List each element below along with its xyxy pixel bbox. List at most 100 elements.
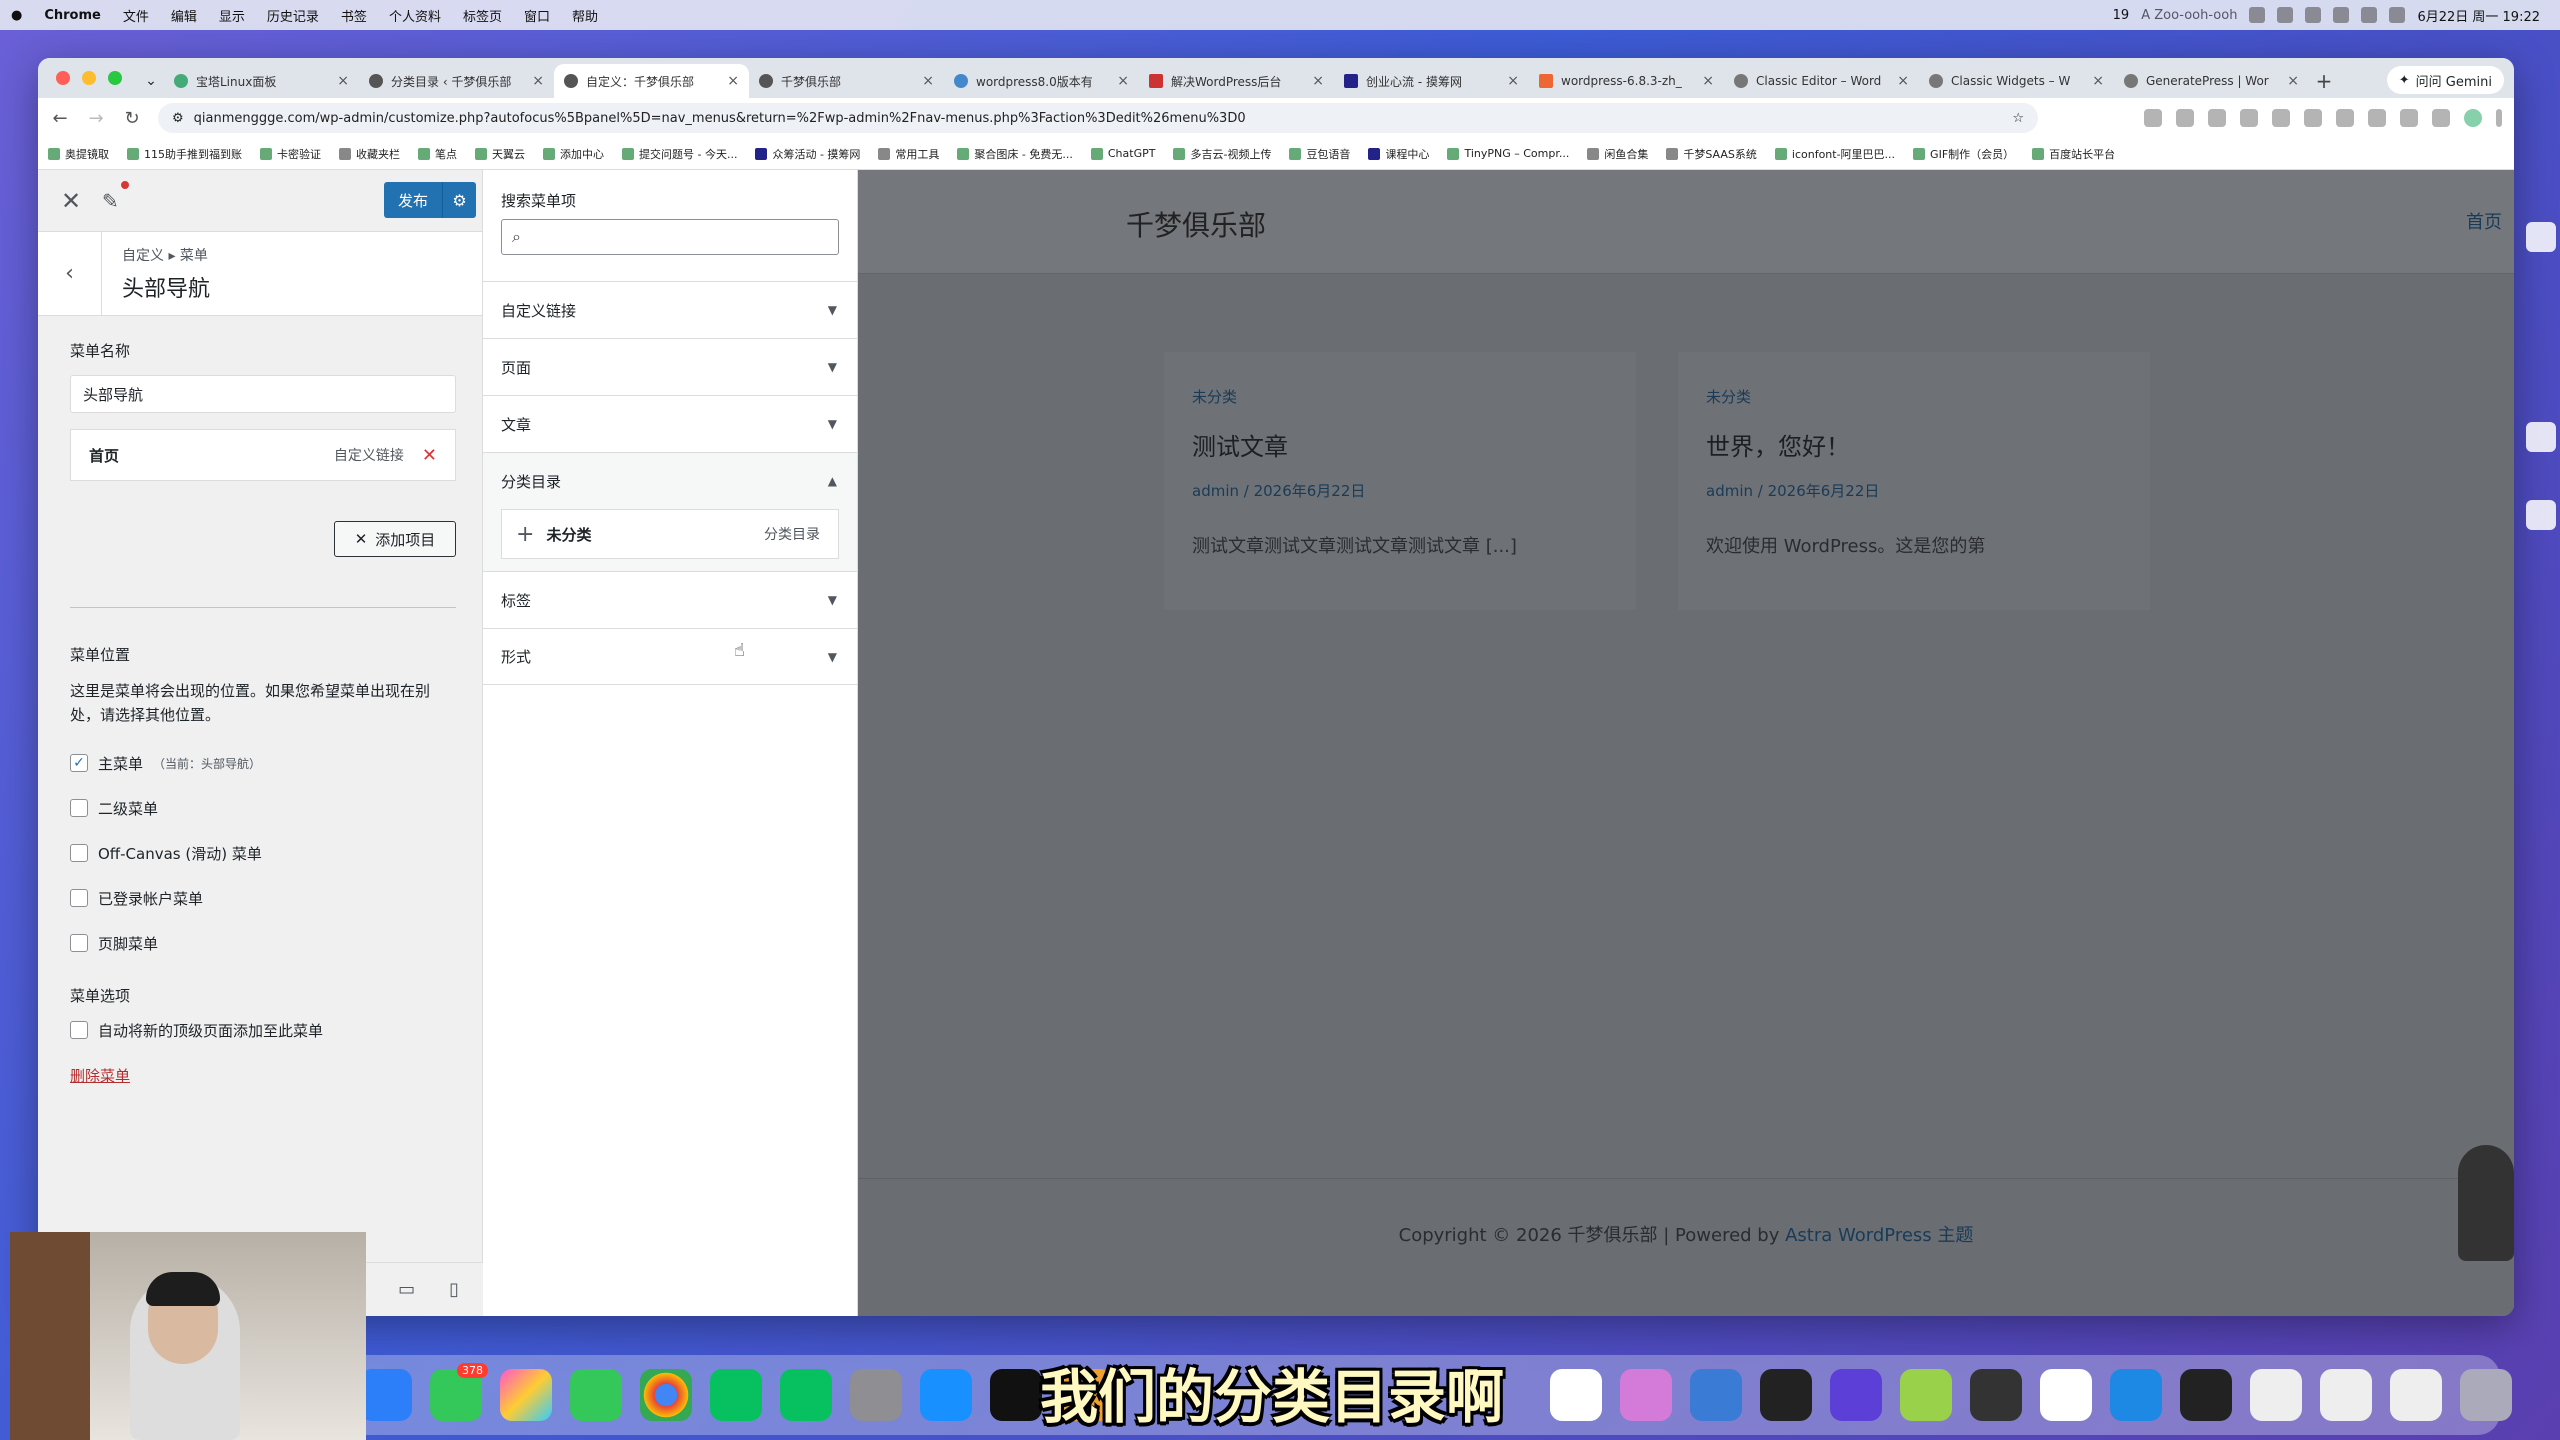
remove-item-x-icon[interactable]: ✕ (422, 445, 437, 466)
bookmark-item[interactable]: 多吉云-视频上传 (1173, 146, 1271, 162)
accordion-posts[interactable]: 文章 ▼ (483, 395, 857, 452)
search-icon[interactable] (2389, 7, 2406, 23)
window-thumb[interactable] (2320, 1369, 2372, 1421)
apple-icon[interactable]: ● (0, 8, 33, 23)
bookmark-item[interactable]: 115助手推到福到账 (127, 146, 242, 162)
extension-icon[interactable] (2208, 109, 2226, 127)
extension-icon[interactable] (2368, 109, 2386, 127)
post-meta[interactable]: admin / 2026年6月22日 (1192, 480, 1608, 501)
site-title[interactable]: 千梦俱乐部 (1126, 204, 1266, 244)
profile-avatar[interactable] (2464, 109, 2482, 127)
wps-icon[interactable] (2040, 1369, 2092, 1421)
tab-close-icon[interactable]: × (1312, 73, 1324, 89)
desktop-file-icon[interactable] (2526, 422, 2556, 452)
app-icon[interactable] (1550, 1369, 1602, 1421)
status-icon[interactable] (2305, 7, 2322, 23)
puzzle-icon[interactable] (2400, 109, 2418, 127)
mobile-preview-icon[interactable]: ▯ (449, 1279, 459, 1300)
checkbox-checked[interactable]: ✓ (70, 754, 88, 772)
app-icon[interactable] (2110, 1369, 2162, 1421)
delete-menu-link[interactable]: 删除菜单 (70, 1065, 450, 1086)
tab[interactable]: 解决WordPress后台 × (1139, 64, 1334, 98)
desktop-file-icon[interactable] (2526, 500, 2556, 530)
tab-close-icon[interactable]: × (1897, 73, 1909, 89)
chrome-icon[interactable] (640, 1369, 692, 1421)
terminal-window-thumb[interactable] (2180, 1369, 2232, 1421)
status-icon[interactable] (2277, 7, 2294, 23)
post-meta[interactable]: admin / 2026年6月22日 (1706, 480, 2122, 501)
tab-close-icon[interactable]: × (532, 73, 544, 89)
extension-icon[interactable] (2176, 109, 2194, 127)
extension-icon[interactable] (2240, 109, 2258, 127)
menu-help[interactable]: 帮助 (561, 6, 609, 25)
bookmark-item[interactable]: 天翼云 (475, 146, 525, 162)
bookmark-item[interactable]: 众筹活动 - 摸筹网 (755, 146, 860, 162)
tab-close-icon[interactable]: × (1507, 73, 1519, 89)
nav-link-home[interactable]: 首页 (2466, 208, 2502, 234)
tab[interactable]: 千梦俱乐部 × (749, 64, 944, 98)
menu-item-home[interactable]: 首页 自定义链接 ✕ (70, 429, 456, 481)
menu-profile[interactable]: 个人资料 (378, 6, 452, 25)
search-menu-items-input[interactable]: ⌕ (501, 219, 839, 255)
tab-close-icon[interactable]: × (2287, 73, 2299, 89)
menu-history[interactable]: 历史记录 (256, 6, 330, 25)
post-category[interactable]: 未分类 (1706, 386, 2122, 407)
extension-icon[interactable] (2336, 109, 2354, 127)
menu-view[interactable]: 显示 (208, 6, 256, 25)
menu-window[interactable]: 窗口 (513, 6, 561, 25)
close-icon[interactable]: ✕ (58, 187, 84, 215)
system-settings-icon[interactable] (850, 1369, 902, 1421)
maximize-window-button[interactable] (108, 71, 122, 85)
tab[interactable]: GeneratePress | Wor × (2114, 64, 2309, 98)
bookmark-item[interactable]: 聚合图床 - 免费无... (957, 146, 1073, 162)
window-thumb[interactable] (2250, 1369, 2302, 1421)
obs-icon[interactable] (1760, 1369, 1812, 1421)
tab-close-icon[interactable]: × (1702, 73, 1714, 89)
tab[interactable]: 分类目录 ‹ 千梦俱乐部 × (359, 64, 554, 98)
bookmark-item[interactable]: 百度站长平台 (2032, 146, 2115, 162)
tab-close-icon[interactable]: × (337, 73, 349, 89)
new-tab-button[interactable]: + (2309, 64, 2339, 98)
tab-close-icon[interactable]: × (727, 73, 739, 89)
accordion-custom-links[interactable]: 自定义链接 ▼ (483, 281, 857, 338)
checkbox[interactable] (70, 934, 88, 952)
checkbox[interactable] (70, 799, 88, 817)
checkbox[interactable] (70, 889, 88, 907)
bookmark-item[interactable]: 奥提镜取 (48, 146, 109, 162)
site-info-icon[interactable]: ⚙ (172, 111, 184, 126)
bookmark-item[interactable]: ChatGPT (1090, 147, 1155, 160)
minimize-window-button[interactable] (82, 71, 96, 85)
bookmark-item[interactable]: 笔点 (418, 146, 457, 162)
capcut-icon[interactable] (990, 1369, 1042, 1421)
gemini-button[interactable]: ✦ 问问 Gemini (2386, 66, 2504, 94)
location-offcanvas[interactable]: Off-Canvas (滑动) 菜单 (70, 843, 450, 863)
bookmark-item[interactable]: 添加中心 (543, 146, 604, 162)
bookmark-item[interactable]: 豆包语音 (1289, 146, 1350, 162)
clock[interactable]: 6月22日 周一 19:22 (2417, 6, 2540, 25)
checkbox[interactable] (70, 1021, 88, 1039)
photos-icon[interactable] (500, 1369, 552, 1421)
tab[interactable]: Classic Widgets – W × (1919, 64, 2114, 98)
forward-icon[interactable]: → (86, 108, 106, 129)
accordion-formats[interactable]: 形式 ▼ (483, 628, 857, 685)
tab-search-icon[interactable]: ⌄ (138, 64, 164, 98)
bookmark-item[interactable]: GIF制作（会员） (1913, 146, 2014, 162)
tab-active[interactable]: 自定义：千梦俱乐部 × (554, 64, 749, 98)
post-title[interactable]: 世界，您好！ (1706, 427, 2122, 462)
tab[interactable]: 创业心流 - 摸筹网 × (1334, 64, 1529, 98)
auto-add-pages-option[interactable]: 自动将新的顶级页面添加至此菜单 (70, 1020, 450, 1040)
tab-close-icon[interactable]: × (1117, 73, 1129, 89)
tab[interactable]: wordpress-6.8.3-zh_ × (1529, 64, 1724, 98)
more-icon[interactable] (2496, 109, 2502, 127)
status-icon[interactable] (2333, 7, 2350, 23)
messages-icon[interactable]: 378 (430, 1363, 488, 1421)
publish-button[interactable]: 发布 (383, 182, 442, 218)
location-footer[interactable]: 页脚菜单 (70, 933, 450, 953)
location-primary[interactable]: ✓ 主菜单 （当前：头部导航） (70, 753, 450, 773)
menu-bookmarks[interactable]: 书签 (330, 6, 378, 25)
publish-settings-gear-icon[interactable]: ⚙ (442, 182, 476, 218)
wechat-icon[interactable] (710, 1369, 762, 1421)
wechat-icon[interactable] (780, 1369, 832, 1421)
desktop-file-icon[interactable] (2526, 222, 2556, 252)
close-window-button[interactable] (56, 71, 70, 85)
